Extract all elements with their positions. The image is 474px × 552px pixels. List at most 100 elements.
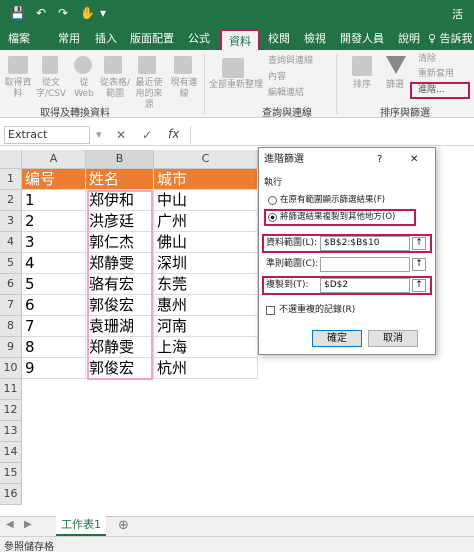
row-header[interactable]: 10 <box>0 358 22 379</box>
row-header[interactable]: 4 <box>0 232 22 253</box>
city-cell[interactable]: 杭州 <box>154 358 258 379</box>
tab-help[interactable]: 說明 <box>398 28 420 50</box>
radio-copy-to-location-label[interactable]: 將篩選結果複製到其他地方(O) <box>280 212 395 223</box>
criteria-range-input[interactable] <box>320 257 410 272</box>
help-button[interactable]: ? <box>377 154 382 165</box>
tell-me-search[interactable]: ♀ 告訴我 <box>428 28 473 50</box>
unique-records-label[interactable]: 不選重複的記錄(R) <box>279 305 355 316</box>
id-cell[interactable]: 8 <box>22 337 86 358</box>
id-cell[interactable]: 4 <box>22 253 86 274</box>
tab-formulas[interactable]: 公式 <box>188 28 210 50</box>
row-header[interactable]: 5 <box>0 253 22 274</box>
id-cell[interactable]: 7 <box>22 316 86 337</box>
row-header[interactable]: 16 <box>0 484 22 505</box>
touch-mode-icon[interactable]: ✋ <box>80 6 95 20</box>
id-cell[interactable]: 1 <box>22 190 86 211</box>
column-header-a[interactable]: A <box>22 150 86 169</box>
confirm-entry-icon[interactable]: ✓ <box>142 128 152 142</box>
row-header[interactable]: 9 <box>0 337 22 358</box>
header-cell[interactable]: 姓名 <box>86 169 154 190</box>
sort-button[interactable]: 排序 <box>348 80 376 91</box>
formula-input[interactable] <box>190 126 470 144</box>
radio-filter-in-place-label[interactable]: 在原有範圍顯示篩選結果(F) <box>280 195 385 206</box>
row-header[interactable]: 13 <box>0 421 22 442</box>
row-header[interactable]: 2 <box>0 190 22 211</box>
id-cell[interactable]: 5 <box>22 274 86 295</box>
id-cell[interactable]: 2 <box>22 211 86 232</box>
list-range-label: 資料範圍(L): <box>266 238 318 248</box>
from-text-csv-button[interactable]: 從文字/CSV <box>34 78 68 100</box>
row-header[interactable]: 12 <box>0 400 22 421</box>
close-icon[interactable]: ✕ <box>410 154 418 165</box>
row-header[interactable]: 6 <box>0 274 22 295</box>
cancel-entry-icon[interactable]: ✕ <box>116 128 126 142</box>
existing-connections-button[interactable]: 現有連線 <box>168 78 200 100</box>
list-range-input[interactable]: $B$2:$B$10 <box>320 236 410 251</box>
city-cell[interactable]: 惠州 <box>154 295 258 316</box>
tab-home[interactable]: 常用 <box>58 28 80 50</box>
tab-file[interactable]: 檔案 <box>8 28 30 50</box>
ok-button[interactable]: 確定 <box>312 330 362 347</box>
row-header[interactable]: 11 <box>0 379 22 400</box>
id-cell[interactable]: 3 <box>22 232 86 253</box>
radio-copy-to-location[interactable] <box>268 213 277 222</box>
unique-records-checkbox[interactable] <box>266 306 275 315</box>
sheet-nav-right-icon[interactable]: ▶ <box>24 519 32 530</box>
select-all-corner[interactable] <box>0 150 22 169</box>
redo-icon[interactable]: ↷ <box>58 6 68 20</box>
city-cell[interactable]: 中山 <box>154 190 258 211</box>
filter-button[interactable]: 篩選 <box>380 80 410 91</box>
sheet-nav-left-icon[interactable]: ◀ <box>6 519 14 530</box>
city-cell[interactable]: 上海 <box>154 337 258 358</box>
sheet-tab-1[interactable]: 工作表1 <box>56 516 106 536</box>
column-header-c[interactable]: C <box>154 150 258 169</box>
tab-view[interactable]: 檢視 <box>304 28 326 50</box>
header-cell[interactable]: 编号 <box>22 169 86 190</box>
tab-review[interactable]: 校閱 <box>268 28 290 50</box>
insert-function-icon[interactable]: fx <box>168 127 179 141</box>
row-header[interactable]: 3 <box>0 211 22 232</box>
properties-button[interactable]: 內容 <box>268 72 286 83</box>
row-header[interactable]: 14 <box>0 442 22 463</box>
copy-to-input[interactable]: $D$2 <box>320 278 410 293</box>
radio-filter-in-place[interactable] <box>268 196 277 205</box>
tab-data[interactable]: 資料 <box>220 29 260 50</box>
tab-page-layout[interactable]: 版面配置 <box>130 28 174 50</box>
save-icon[interactable]: 💾 <box>10 6 25 20</box>
id-cell[interactable]: 6 <box>22 295 86 316</box>
text-file-icon <box>42 56 58 74</box>
city-cell[interactable]: 广州 <box>154 211 258 232</box>
clear-filter-button[interactable]: 清除 <box>418 54 436 65</box>
refresh-all-button[interactable]: 全部重新整理 <box>208 80 264 91</box>
city-cell[interactable]: 深圳 <box>154 253 258 274</box>
reapply-filter-button[interactable]: 重新套用 <box>418 69 454 80</box>
row-header[interactable]: 7 <box>0 295 22 316</box>
tab-developer[interactable]: 開發人員 <box>340 28 384 50</box>
city-cell[interactable]: 东莞 <box>154 274 258 295</box>
collapse-dialog-icon[interactable]: ↑ <box>412 279 426 292</box>
get-data-button[interactable]: 取得資料 <box>2 78 34 100</box>
city-cell[interactable]: 河南 <box>154 316 258 337</box>
column-header-b[interactable]: B <box>86 150 154 169</box>
id-cell[interactable]: 9 <box>22 358 86 379</box>
advanced-filter-button[interactable]: 進階... <box>418 85 445 96</box>
name-box-dropdown-icon[interactable]: ▾ <box>96 128 102 141</box>
header-cell[interactable]: 城市 <box>154 169 258 190</box>
add-sheet-icon[interactable]: ⊕ <box>118 518 129 533</box>
collapse-dialog-icon[interactable]: ↑ <box>412 258 426 271</box>
queries-connections-button[interactable]: 查詢與連線 <box>268 56 313 67</box>
undo-icon[interactable]: ↶ <box>36 6 46 20</box>
edit-links-button[interactable]: 編輯連結 <box>268 88 304 99</box>
tab-insert[interactable]: 插入 <box>95 28 117 50</box>
row-header[interactable]: 8 <box>0 316 22 337</box>
from-web-button[interactable]: 從Web <box>70 78 98 100</box>
recent-sources-button[interactable]: 最近使用的來源 <box>132 78 166 111</box>
name-box[interactable]: Extract <box>4 126 90 144</box>
collapse-dialog-icon[interactable]: ↑ <box>412 237 426 250</box>
from-table-range-button[interactable]: 從表格/範圍 <box>98 78 132 100</box>
row-header[interactable]: 1 <box>0 169 22 190</box>
cancel-button[interactable]: 取消 <box>368 330 418 347</box>
customize-quick-access-icon[interactable]: ▾ <box>100 6 106 20</box>
city-cell[interactable]: 佛山 <box>154 232 258 253</box>
row-header[interactable]: 15 <box>0 463 22 484</box>
